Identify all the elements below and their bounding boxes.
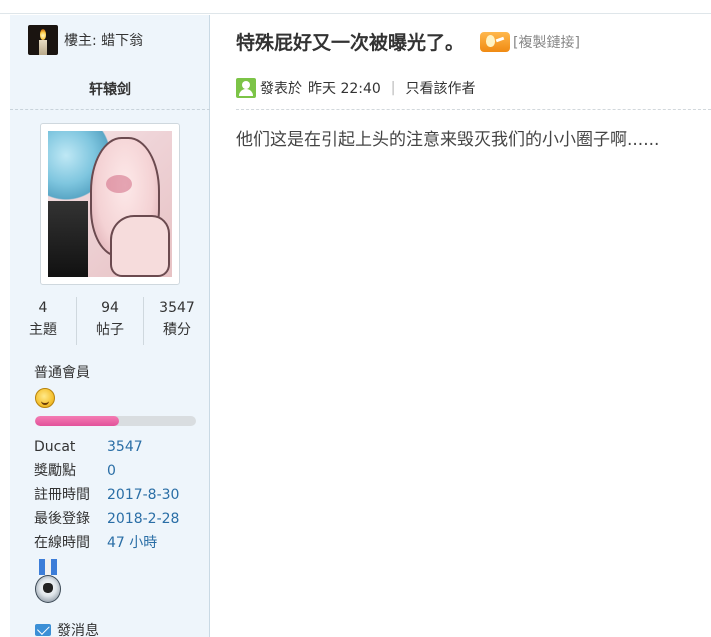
- copy-link-button[interactable]: [複製鏈接]: [513, 32, 580, 52]
- hot-badge-icon: [480, 31, 511, 52]
- stat-posts[interactable]: 94 帖子: [77, 297, 144, 345]
- medal-icon[interactable]: [35, 559, 61, 605]
- avatar-image: [48, 131, 172, 277]
- info-key: 最後登錄: [34, 511, 90, 527]
- stat-posts-label: 帖子: [96, 322, 124, 338]
- info-key: 註冊時間: [34, 487, 90, 503]
- stat-threads-label: 主題: [29, 322, 57, 338]
- info-key: Ducat: [34, 439, 76, 455]
- user-group[interactable]: 普通會員: [34, 362, 90, 382]
- post-divider: [236, 109, 711, 110]
- info-value[interactable]: 0: [107, 459, 116, 483]
- level-progress-fill: [35, 416, 119, 426]
- candle-icon: [39, 40, 47, 55]
- stat-threads-value: 4: [38, 300, 48, 316]
- info-value[interactable]: 2018-2-28: [107, 507, 179, 531]
- info-value[interactable]: 47 小時: [107, 531, 157, 555]
- mail-icon: [35, 624, 51, 636]
- username[interactable]: 轩辕剑: [10, 79, 210, 99]
- post-body: 他们这是在引起上头的注意来毁灭我们的小小圈子啊......: [236, 130, 660, 150]
- posted-time: 昨天 22:40: [308, 81, 381, 97]
- online-user-icon: [236, 78, 256, 98]
- post-title: 特殊屁好又一次被曝光了。: [236, 32, 465, 54]
- stat-credits-label: 積分: [163, 322, 191, 338]
- user-sidebar: 樓主: 蜡下翁 轩辕剑 4 主題 94 帖子 3547 積分 普通會員 Duca…: [10, 15, 210, 637]
- send-message-label: 發消息: [57, 623, 99, 637]
- meta-separator: |: [390, 80, 396, 96]
- stat-credits-value: 3547: [159, 300, 195, 316]
- user-stats: 4 主題 94 帖子 3547 積分: [10, 297, 210, 345]
- info-row: 獎勵點 0: [34, 459, 179, 483]
- top-border: [0, 0, 711, 14]
- info-row: Ducat 3547: [34, 435, 179, 459]
- divider: [10, 109, 210, 110]
- info-row: 最後登錄 2018-2-28: [34, 507, 179, 531]
- info-key: 獎勵點: [34, 463, 76, 479]
- info-key: 在線時間: [34, 535, 90, 551]
- info-row: 在線時間 47 小時: [34, 531, 179, 555]
- avatar[interactable]: [40, 123, 180, 285]
- posted-label: 發表於: [260, 81, 302, 97]
- user-info: Ducat 3547 獎勵點 0 註冊時間 2017-8-30 最後登錄 201…: [34, 435, 179, 555]
- post-title-row: 特殊屁好又一次被曝光了。 [複製鏈接]: [236, 28, 580, 55]
- thread-owner: 樓主: 蜡下翁: [28, 25, 143, 55]
- info-value[interactable]: 3547: [107, 435, 143, 459]
- author-only-link[interactable]: 只看該作者: [406, 78, 476, 98]
- info-row: 註冊時間 2017-8-30: [34, 483, 179, 507]
- owner-avatar[interactable]: [28, 25, 58, 55]
- stat-credits[interactable]: 3547 積分: [144, 297, 210, 345]
- post-meta: 發表於 昨天 22:40 | 只看該作者: [236, 78, 476, 98]
- stat-threads[interactable]: 4 主題: [10, 297, 77, 345]
- level-smiley-icon: [35, 388, 55, 408]
- owner-label[interactable]: 樓主: 蜡下翁: [64, 30, 143, 50]
- send-message-link[interactable]: 發消息: [35, 620, 99, 637]
- info-value[interactable]: 2017-8-30: [107, 483, 179, 507]
- level-progress-bar: [35, 416, 196, 426]
- stat-posts-value: 94: [101, 300, 119, 316]
- candle-flame-icon: [40, 29, 46, 40]
